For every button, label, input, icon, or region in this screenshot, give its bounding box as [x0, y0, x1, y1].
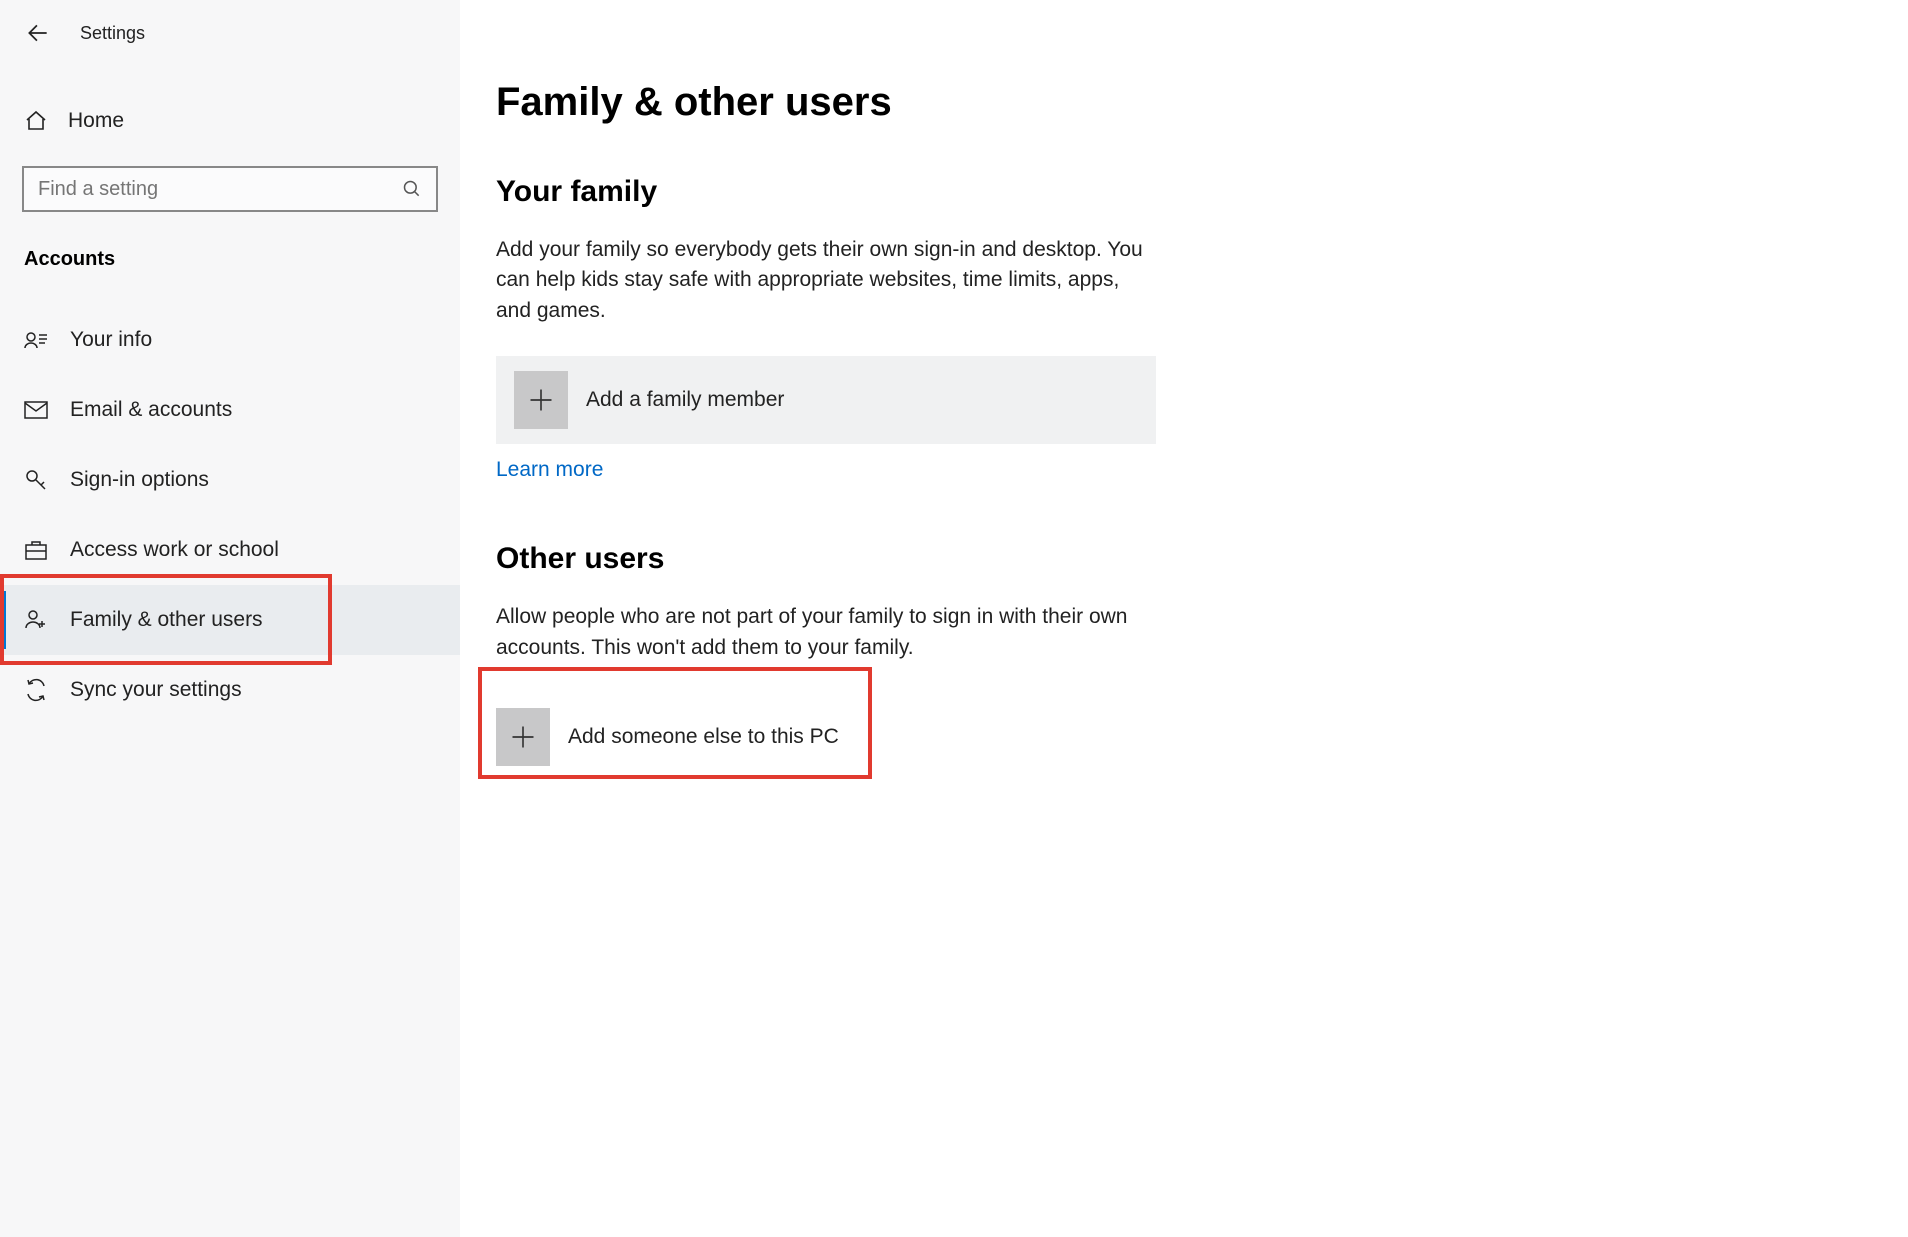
user-card-icon	[24, 328, 48, 352]
family-description: Add your family so everybody gets their …	[496, 235, 1156, 326]
page-title: Family & other users	[496, 80, 1908, 125]
sidebar-item-family[interactable]: Family & other users	[0, 585, 460, 655]
sidebar-item-label: Your info	[70, 328, 152, 352]
other-users-heading: Other users	[496, 542, 1908, 576]
sidebar-item-label: Sign-in options	[70, 468, 209, 492]
sidebar-item-label: Access work or school	[70, 538, 279, 562]
add-other-user-button[interactable]: Add someone else to this PC	[496, 693, 1156, 781]
home-label: Home	[68, 109, 124, 133]
sidebar-item-email[interactable]: Email & accounts	[0, 375, 460, 445]
sidebar-home[interactable]: Home	[0, 96, 460, 146]
sidebar-category: Accounts	[0, 248, 460, 271]
sidebar-item-sync[interactable]: Sync your settings	[0, 655, 460, 725]
people-add-icon	[24, 608, 48, 632]
search-input[interactable]	[38, 178, 402, 201]
plus-icon	[514, 371, 568, 429]
sync-icon	[24, 678, 48, 702]
key-icon	[24, 468, 48, 492]
sidebar-item-signin[interactable]: Sign-in options	[0, 445, 460, 515]
sidebar: Settings Home Accounts	[0, 0, 460, 1237]
home-icon	[24, 109, 48, 133]
sidebar-item-label: Email & accounts	[70, 398, 232, 422]
briefcase-icon	[24, 538, 48, 562]
sidebar-item-label: Sync your settings	[70, 678, 242, 702]
sidebar-item-work-school[interactable]: Access work or school	[0, 515, 460, 585]
add-family-label: Add a family member	[586, 388, 784, 412]
add-other-user-label: Add someone else to this PC	[568, 725, 839, 749]
content-pane: Family & other users Your family Add you…	[460, 0, 1908, 1237]
mail-icon	[24, 398, 48, 422]
other-users-description: Allow people who are not part of your fa…	[496, 602, 1156, 663]
settings-window: Settings Home Accounts	[0, 0, 1908, 1237]
search-box[interactable]	[22, 166, 438, 212]
family-heading: Your family	[496, 175, 1908, 209]
sidebar-item-label: Family & other users	[70, 608, 263, 632]
search-icon	[402, 179, 422, 199]
sidebar-item-your-info[interactable]: Your info	[0, 305, 460, 375]
window-title: Settings	[80, 23, 145, 44]
add-family-member-button[interactable]: Add a family member	[496, 356, 1156, 444]
plus-icon	[496, 708, 550, 766]
learn-more-link[interactable]: Learn more	[496, 458, 603, 482]
back-button[interactable]	[24, 19, 52, 47]
back-arrow-icon	[25, 20, 51, 46]
other-users-action-wrapper: Add someone else to this PC	[496, 693, 1156, 781]
sidebar-header: Settings	[0, 8, 460, 58]
